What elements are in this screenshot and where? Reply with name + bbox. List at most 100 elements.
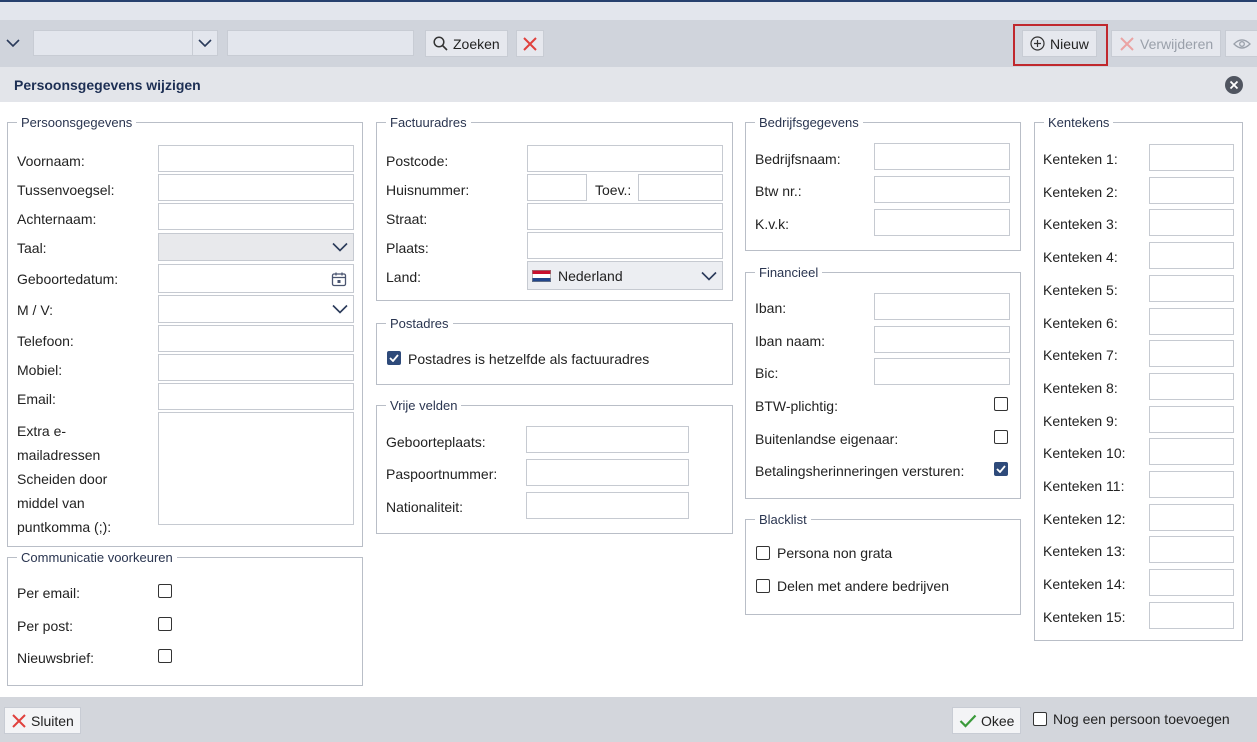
kenteken-input[interactable] — [1149, 602, 1234, 629]
kenteken-input[interactable] — [1149, 438, 1234, 465]
label-taal: Taal: — [17, 240, 47, 256]
nieuwsbrief-checkbox[interactable] — [158, 649, 172, 663]
delete-button[interactable]: Verwijderen — [1111, 30, 1222, 57]
label-iban-naam: Iban naam: — [755, 333, 826, 349]
extra-email-textarea[interactable] — [158, 412, 354, 525]
extra-email-line: middel van — [17, 495, 85, 511]
betalingsherinneringen-checkbox[interactable] — [994, 462, 1008, 476]
close-button-label: Sluiten — [31, 712, 74, 729]
label-kenteken: Kenteken 5: — [1043, 282, 1118, 298]
achternaam-input[interactable] — [158, 203, 354, 230]
top-strip — [0, 0, 1257, 20]
iban-naam-input[interactable] — [874, 326, 1010, 353]
label-tussenvoegsel: Tussenvoegsel: — [17, 182, 115, 198]
kenteken-input[interactable] — [1149, 471, 1234, 498]
btw-plichtig-checkbox[interactable] — [994, 397, 1008, 411]
legend-kentekens: Kentekens — [1044, 115, 1114, 130]
dialog-title: Persoonsgegevens wijzigen — [14, 77, 201, 93]
kenteken-input[interactable] — [1149, 177, 1234, 204]
search-button[interactable]: Zoeken — [425, 30, 508, 57]
label-btw-plichtig: BTW-plichtig: — [755, 398, 838, 414]
filter-dropdown-2[interactable] — [33, 30, 193, 56]
label-kvk: K.v.k: — [755, 216, 789, 232]
eye-icon — [1233, 38, 1251, 49]
kenteken-input[interactable] — [1149, 275, 1234, 302]
kenteken-input[interactable] — [1149, 536, 1234, 563]
legend-factuuradres: Factuuradres — [386, 115, 471, 130]
mobiel-input[interactable] — [158, 354, 354, 381]
kvk-input[interactable] — [874, 209, 1010, 236]
iban-input[interactable] — [874, 293, 1010, 320]
tussenvoegsel-input[interactable] — [158, 174, 354, 201]
bedrijfsnaam-input[interactable] — [874, 143, 1010, 170]
fieldset-blacklist: Blacklist — [745, 512, 1021, 615]
postcode-input[interactable] — [527, 145, 723, 172]
delete-button-label: Verwijderen — [1140, 35, 1214, 52]
label-kenteken: Kenteken 7: — [1043, 347, 1118, 363]
kenteken-input[interactable] — [1149, 308, 1234, 335]
geslacht-select[interactable] — [158, 295, 354, 323]
persona-non-grata-checkbox[interactable] — [756, 546, 770, 560]
filter-dropdown-1-chevron-icon[interactable] — [0, 30, 26, 56]
per-email-checkbox[interactable] — [158, 584, 172, 598]
buitenlandse-eigenaar-checkbox[interactable] — [994, 430, 1008, 444]
label-kenteken: Kenteken 4: — [1043, 249, 1118, 265]
extra-email-line: Extra e- — [17, 423, 67, 439]
delen-checkbox[interactable] — [756, 579, 770, 593]
clear-search-button[interactable] — [516, 30, 544, 57]
add-another-checkbox[interactable] — [1033, 712, 1047, 726]
toev-input[interactable] — [638, 174, 723, 201]
plaats-input[interactable] — [527, 232, 723, 259]
geboorteplaats-input[interactable] — [526, 426, 689, 453]
calendar-icon[interactable] — [325, 265, 353, 292]
taal-select[interactable] — [158, 233, 354, 261]
label-per-post: Per post: — [17, 618, 74, 634]
search-input[interactable] — [227, 30, 414, 56]
bic-input[interactable] — [874, 358, 1010, 385]
voornaam-input[interactable] — [158, 145, 354, 172]
legend-vrije-velden: Vrije velden — [386, 398, 462, 413]
filter-dropdown-2-chevron-icon[interactable] — [192, 30, 218, 56]
ok-button[interactable]: Okee — [952, 707, 1022, 734]
search-icon — [433, 36, 448, 51]
land-select[interactable]: Nederland — [527, 261, 723, 290]
kenteken-input[interactable] — [1149, 569, 1234, 596]
email-input[interactable] — [158, 383, 354, 410]
chevron-down-icon — [327, 296, 353, 322]
label-achternaam: Achternaam: — [17, 211, 97, 227]
search-button-label: Zoeken — [453, 35, 500, 52]
new-button-highlight — [1013, 24, 1108, 66]
label-kenteken: Kenteken 11: — [1043, 478, 1125, 494]
straat-input[interactable] — [527, 203, 723, 230]
same-address-checkbox[interactable] — [387, 351, 401, 365]
close-button[interactable]: Sluiten — [4, 707, 81, 734]
kenteken-input[interactable] — [1149, 242, 1234, 269]
label-straat: Straat: — [386, 211, 428, 227]
label-nieuwsbrief: Nieuwsbrief: — [17, 650, 95, 666]
telefoon-input[interactable] — [158, 325, 354, 352]
kenteken-input[interactable] — [1149, 406, 1234, 433]
checkmark-icon — [959, 714, 977, 728]
geboortedatum-input[interactable] — [158, 264, 354, 293]
kenteken-input[interactable] — [1149, 144, 1234, 171]
paspoortnummer-input[interactable] — [526, 459, 689, 486]
label-add-another: Nog een persoon toevoegen — [1053, 711, 1230, 727]
label-bic: Bic: — [755, 365, 779, 381]
legend-financieel: Financieel — [755, 265, 823, 280]
view-button[interactable] — [1225, 30, 1257, 57]
kenteken-input[interactable] — [1149, 504, 1234, 531]
chevron-down-icon — [327, 234, 353, 260]
huisnummer-input[interactable] — [527, 174, 587, 201]
nationaliteit-input[interactable] — [526, 492, 689, 519]
label-postcode: Postcode: — [386, 153, 449, 169]
kenteken-input[interactable] — [1149, 209, 1234, 236]
legend-communicatie: Communicatie voorkeuren — [17, 550, 177, 565]
per-post-checkbox[interactable] — [158, 617, 172, 631]
land-value: Nederland — [558, 267, 623, 284]
label-kenteken: Kenteken 13: — [1043, 543, 1126, 559]
dialog-close-button[interactable] — [1225, 76, 1243, 94]
extra-email-line: puntkomma (;): — [17, 519, 112, 535]
kenteken-input[interactable] — [1149, 340, 1234, 367]
kenteken-input[interactable] — [1149, 373, 1234, 400]
btw-nr-input[interactable] — [874, 176, 1010, 203]
